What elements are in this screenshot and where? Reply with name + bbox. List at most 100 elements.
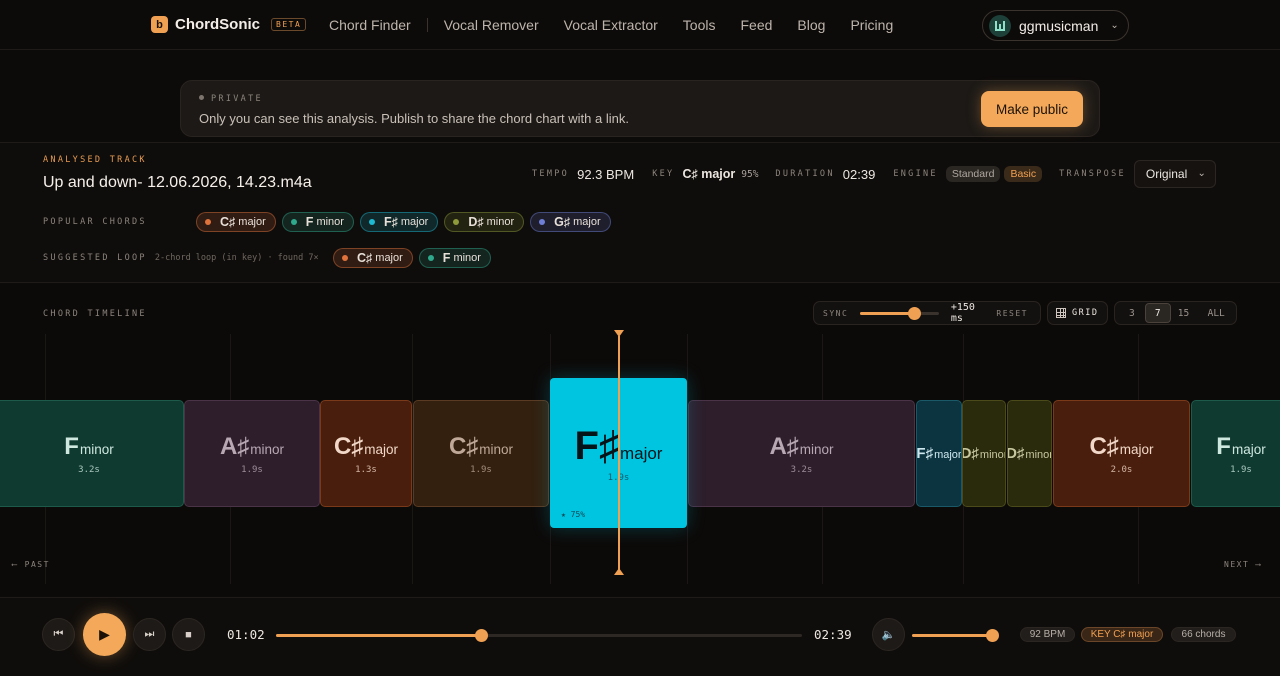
volume-icon: 🔈 [881,629,896,641]
popular-chord-chip[interactable]: C♯ major [196,212,276,232]
stop-icon: ■ [185,628,192,641]
user-menu[interactable]: ggmusicman ⌄ [982,10,1129,41]
chord-duration: 1.9s [470,464,492,475]
next-button[interactable]: ⏭ [133,618,166,651]
transpose-value: Original [1145,167,1188,181]
analysed-track-label: ANALYSED TRACK [43,155,147,165]
chord-block[interactable]: C♯ major 2.0s [1053,400,1190,507]
popular-chord-chip[interactable]: D♯ minor [444,212,525,232]
chip-quality: minor [316,216,344,228]
playhead-top-marker [614,330,624,337]
chord-quality: minor [250,441,285,457]
chip-root: D♯ [468,215,484,229]
chip-quality: minor [486,216,515,228]
skip-back-icon: ⏮ [53,628,64,640]
playhead[interactable] [618,336,620,571]
player-bar: ⏮ ▶ ⏭ ■ 01:02 02:39 🔈 92 BPM KEY C♯ majo… [0,597,1280,676]
chord-block[interactable]: A♯ minor 1.9s [184,400,320,507]
chip-root: G♯ [554,215,571,229]
chord-quality: major [364,441,399,457]
popular-chord-chip[interactable]: F♯ major [359,212,439,232]
key-label: KEY [652,169,675,179]
previous-button[interactable]: ⏮ [42,618,75,651]
track-name: Up and down- 12.06.2026, 14.23.m4a [43,174,312,191]
key-confidence: 95% [741,168,759,180]
popular-chord-chip[interactable]: Fminor [281,212,354,232]
chord-name: F♯ major [917,445,961,462]
chip-root: F [442,251,451,265]
progress-bar[interactable] [276,629,802,642]
chord-root: A♯ [219,432,250,460]
chord-root: F [1216,432,1231,460]
nav-link-vocal-remover[interactable]: Vocal Remover [444,17,539,33]
volume-handle[interactable] [986,629,999,642]
popular-chords-list: C♯ major Fminor F♯ major D♯ minor G♯ major [196,212,611,232]
chord-color-dot [368,219,375,225]
popular-chord-chip[interactable]: G♯ major [530,212,611,232]
loop-chord-chip[interactable]: C♯ major [333,248,413,268]
progress-handle[interactable] [475,629,489,642]
chord-quality: minor [1025,449,1052,461]
current-time: 01:02 [227,627,265,642]
volume-slider[interactable] [912,629,999,642]
volume-button[interactable]: 🔈 [872,618,905,651]
next-label: NEXT ⟶ [1224,560,1262,569]
privacy-banner: PRIVATE Only you can see this analysis. … [180,80,1100,137]
chord-quality: minor [479,441,514,457]
chord-timeline-label: CHORD TIMELINE [43,309,147,319]
transpose-select[interactable]: Original ⌄ [1133,160,1216,188]
engine-standard-option[interactable]: Standard [945,166,1001,182]
nav-divider [426,18,428,32]
brand-name: ChordSonic [175,16,260,33]
chord-name: A♯ minor [769,433,833,461]
track-stats: TEMPO 92.3 BPM KEY C♯ major 95% DURATION… [532,160,1216,188]
playhead-bottom-marker [614,568,624,575]
nav-link-vocal-extractor[interactable]: Vocal Extractor [564,17,658,33]
engine-basic-option[interactable]: Basic [1004,166,1043,182]
stop-button[interactable]: ■ [172,618,205,651]
chord-block[interactable]: D♯ minor [962,400,1006,507]
sync-slider-handle[interactable] [907,306,921,320]
chord-block[interactable]: C♯ major 1.3s [320,400,412,507]
play-button[interactable]: ▶ [83,613,126,656]
tempo-value: 92.3 BPM [577,166,635,182]
nav-link-blog[interactable]: Blog [797,17,825,33]
window-option-7[interactable]: 7 [1144,303,1171,323]
chord-duration: 3.2s [790,464,813,475]
suggested-loop-list: C♯ major Fminor [333,248,491,268]
window-option-15[interactable]: 15 [1171,303,1197,323]
chord-color-dot [290,219,297,225]
active-chord-root: F♯ [574,423,619,468]
nav-link-feed[interactable]: Feed [740,17,772,33]
chord-name: C♯ major [334,433,398,461]
window-option-all[interactable]: ALL [1196,303,1236,323]
window-option-3[interactable]: 3 [1119,303,1145,323]
chord-block[interactable]: F♯ major [916,400,962,507]
avatar [989,14,1011,37]
nav-link-tools[interactable]: Tools [683,17,716,33]
chord-root: D♯ [1007,445,1025,462]
chord-name: D♯ minor [1007,445,1052,462]
loop-chord-chip[interactable]: Fminor [418,248,491,268]
grid-toggle-button[interactable]: GRID [1047,301,1108,325]
nav-link-chord-finder[interactable]: Chord Finder [329,17,411,33]
chord-duration: 1.9s [1230,464,1252,475]
user-avatar-icon [995,20,1005,31]
chord-block[interactable]: D♯ minor [1007,400,1052,507]
chord-block[interactable]: Fmajor 1.9s [1191,400,1280,507]
nav-link-pricing[interactable]: Pricing [850,17,893,33]
popular-chords-label: POPULAR CHORDS [43,217,147,227]
chord-root: C♯ [1089,432,1119,460]
chord-block[interactable]: A♯ minor 3.2s [688,400,915,507]
chord-block[interactable]: Fminor 3.2s [0,400,184,507]
sync-slider[interactable] [860,306,939,320]
brand-logo[interactable]: b ChordSonic BETA [151,16,307,33]
chord-quality: major [1231,441,1266,457]
analysis-panel: ANALYSED TRACK Up and down- 12.06.2026, … [0,142,1280,283]
chord-block[interactable]: C♯ minor 1.9s [413,400,549,507]
chip-root: C♯ [220,215,236,229]
make-public-button[interactable]: Make public [981,91,1083,127]
chip-root: F [305,215,314,229]
reset-button[interactable]: RESET [996,309,1028,318]
chord-root: A♯ [769,432,799,460]
